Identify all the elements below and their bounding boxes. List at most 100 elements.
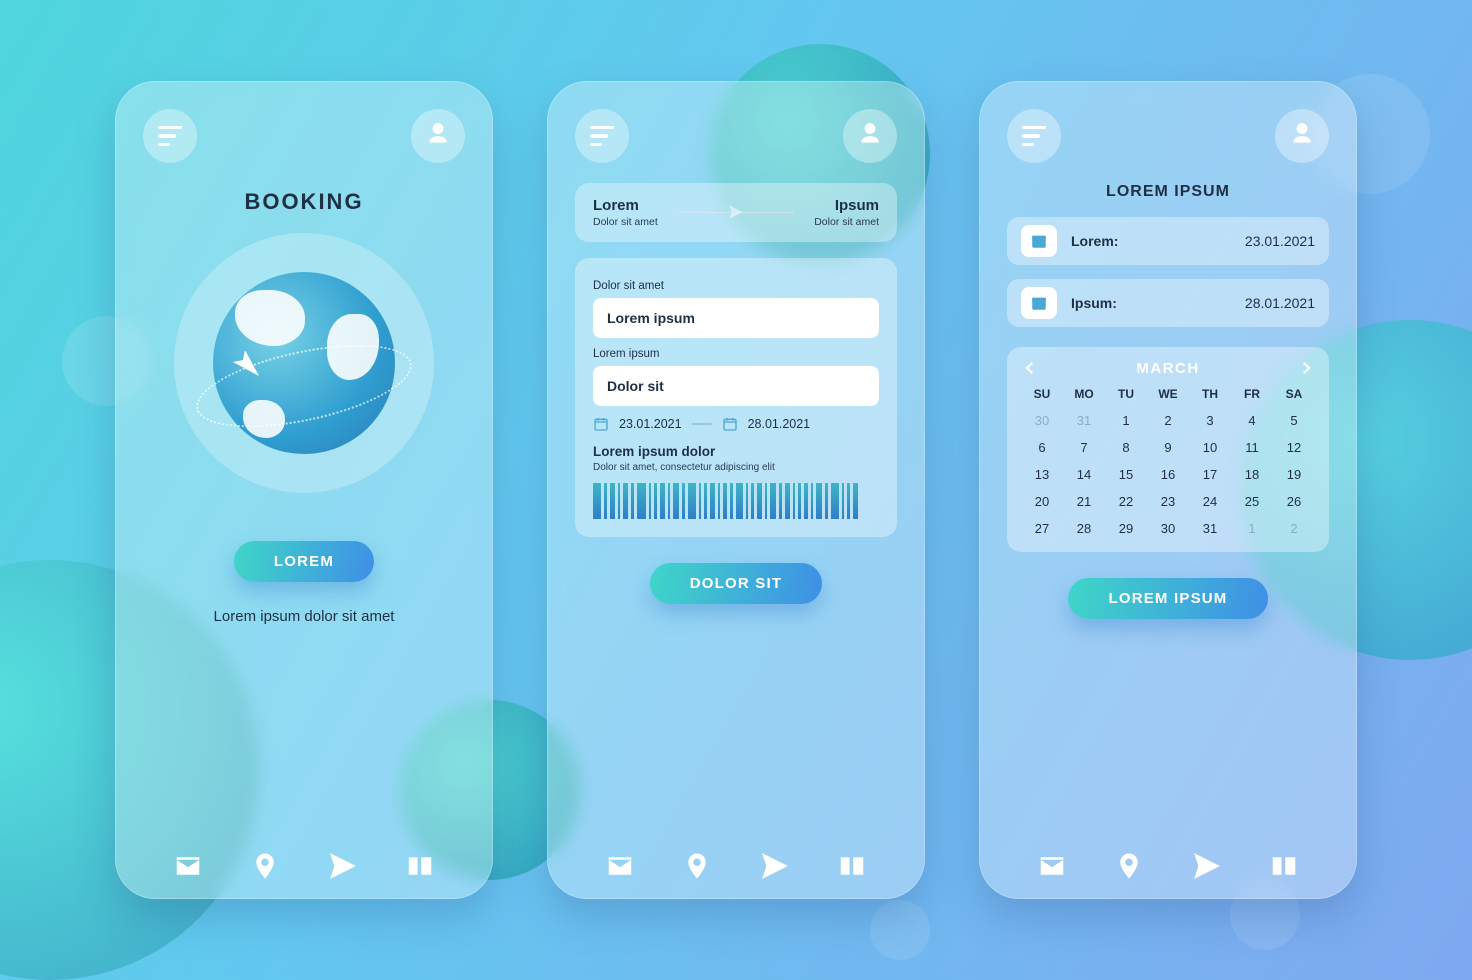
- nav-plane-icon[interactable]: [1192, 851, 1222, 881]
- dow-label: SA: [1273, 387, 1315, 401]
- nav-panels-icon[interactable]: [837, 851, 867, 881]
- menu-button[interactable]: [1007, 109, 1061, 163]
- barcode: [593, 483, 879, 519]
- nav-mail-icon[interactable]: [173, 851, 203, 881]
- calendar-day[interactable]: 30: [1147, 521, 1189, 536]
- field2-label: Lorem ipsum: [593, 348, 879, 360]
- calendar-day[interactable]: 13: [1021, 467, 1063, 482]
- summary-title: Lorem ipsum dolor: [593, 444, 879, 459]
- dow-label: WE: [1147, 387, 1189, 401]
- nav-mail-icon[interactable]: [605, 851, 635, 881]
- screen-booking: BOOKING LOREM Lorem ipsum dolor sit amet: [115, 81, 493, 899]
- route-to: Ipsum Dolor sit amet: [814, 197, 879, 228]
- calendar-day[interactable]: 21: [1063, 494, 1105, 509]
- calendar-icon: [722, 416, 738, 432]
- calendar-day[interactable]: 1: [1105, 413, 1147, 428]
- bottom-nav: [575, 843, 897, 881]
- calendar-day[interactable]: 30: [1021, 413, 1063, 428]
- route-from: Lorem Dolor sit amet: [593, 197, 658, 228]
- calendar-day[interactable]: 1: [1231, 521, 1273, 536]
- form-card: Dolor sit amet Lorem ipsum Lorem ipsum D…: [575, 258, 897, 537]
- calendar-day[interactable]: 9: [1147, 440, 1189, 455]
- calendar-day[interactable]: 27: [1021, 521, 1063, 536]
- calendar-day[interactable]: 22: [1105, 494, 1147, 509]
- calendar-day[interactable]: 3: [1189, 413, 1231, 428]
- globe-illustration: [174, 233, 434, 493]
- menu-button[interactable]: [143, 109, 197, 163]
- calendar-day[interactable]: 4: [1231, 413, 1273, 428]
- nav-panels-icon[interactable]: [1269, 851, 1299, 881]
- to-sub: Dolor sit amet: [814, 216, 879, 228]
- nav-location-icon[interactable]: [682, 851, 712, 881]
- calendar-day[interactable]: 6: [1021, 440, 1063, 455]
- bottom-nav: [143, 843, 465, 881]
- calendar-day[interactable]: 25: [1231, 494, 1273, 509]
- calendar-day[interactable]: 29: [1105, 521, 1147, 536]
- nav-plane-icon[interactable]: [328, 851, 358, 881]
- calendar-day[interactable]: 14: [1063, 467, 1105, 482]
- to-title: Ipsum: [814, 197, 879, 214]
- calendar-day[interactable]: 26: [1273, 494, 1315, 509]
- date-to[interactable]: 28.01.2021: [748, 417, 811, 431]
- nav-plane-icon[interactable]: [760, 851, 790, 881]
- calendar-icon: [593, 416, 609, 432]
- calendar-day[interactable]: 2: [1147, 413, 1189, 428]
- dow-label: MO: [1063, 387, 1105, 401]
- nav-mail-icon[interactable]: [1037, 851, 1067, 881]
- field2-input[interactable]: Dolor sit: [593, 366, 879, 406]
- nav-location-icon[interactable]: [250, 851, 280, 881]
- date-row-start[interactable]: Lorem: 23.01.2021: [1007, 217, 1329, 265]
- route-line: [678, 212, 794, 214]
- calendar-day[interactable]: 15: [1105, 467, 1147, 482]
- summary-sub: Dolor sit amet, consectetur adipiscing e…: [593, 462, 879, 473]
- prev-month-button[interactable]: [1021, 359, 1039, 377]
- menu-button[interactable]: [575, 109, 629, 163]
- calendar-day[interactable]: 31: [1063, 413, 1105, 428]
- date-from[interactable]: 23.01.2021: [619, 417, 682, 431]
- calendar-day[interactable]: 24: [1189, 494, 1231, 509]
- next-month-button[interactable]: [1297, 359, 1315, 377]
- nav-panels-icon[interactable]: [405, 851, 435, 881]
- field1-input[interactable]: Lorem ipsum: [593, 298, 879, 338]
- calendar-day[interactable]: 17: [1189, 467, 1231, 482]
- profile-button[interactable]: [843, 109, 897, 163]
- plane-icon: [230, 351, 264, 385]
- bottom-nav: [1007, 843, 1329, 881]
- from-sub: Dolor sit amet: [593, 216, 658, 228]
- calendar: MARCH SUMOTUWETHFRSA30311234567891011121…: [1007, 347, 1329, 552]
- calendar-day[interactable]: 11: [1231, 440, 1273, 455]
- calendar-day[interactable]: 5: [1273, 413, 1315, 428]
- calendar-day[interactable]: 19: [1273, 467, 1315, 482]
- caption-text: Lorem ipsum dolor sit amet: [143, 608, 465, 625]
- calendar-day[interactable]: 28: [1063, 521, 1105, 536]
- dow-label: SU: [1021, 387, 1063, 401]
- calendar-day[interactable]: 18: [1231, 467, 1273, 482]
- primary-cta-button[interactable]: DOLOR SIT: [650, 563, 822, 604]
- menu-icon: [1022, 126, 1046, 147]
- calendar-grid: SUMOTUWETHFRSA30311234567891011121314151…: [1021, 387, 1315, 536]
- topbar: [575, 109, 897, 163]
- calendar-day[interactable]: 2: [1273, 521, 1315, 536]
- section-title: LOREM IPSUM: [1007, 183, 1329, 201]
- calendar-day[interactable]: 23: [1147, 494, 1189, 509]
- date-row-end[interactable]: Ipsum: 28.01.2021: [1007, 279, 1329, 327]
- profile-button[interactable]: [1275, 109, 1329, 163]
- plane-icon: [727, 203, 745, 221]
- month-label: MARCH: [1136, 360, 1199, 377]
- calendar-day[interactable]: 16: [1147, 467, 1189, 482]
- date-end-label: Ipsum:: [1071, 295, 1117, 311]
- primary-cta-button[interactable]: LOREM IPSUM: [1068, 578, 1267, 619]
- calendar-day[interactable]: 10: [1189, 440, 1231, 455]
- profile-button[interactable]: [411, 109, 465, 163]
- primary-cta-button[interactable]: LOREM: [234, 541, 374, 582]
- calendar-day[interactable]: 20: [1021, 494, 1063, 509]
- user-icon: [425, 121, 451, 152]
- calendar-day[interactable]: 7: [1063, 440, 1105, 455]
- calendar-day[interactable]: 31: [1189, 521, 1231, 536]
- route-card[interactable]: Lorem Dolor sit amet Ipsum Dolor sit ame…: [575, 183, 897, 242]
- calendar-day[interactable]: 8: [1105, 440, 1147, 455]
- calendar-icon: [1021, 225, 1057, 257]
- calendar-day[interactable]: 12: [1273, 440, 1315, 455]
- nav-location-icon[interactable]: [1114, 851, 1144, 881]
- menu-icon: [590, 126, 614, 147]
